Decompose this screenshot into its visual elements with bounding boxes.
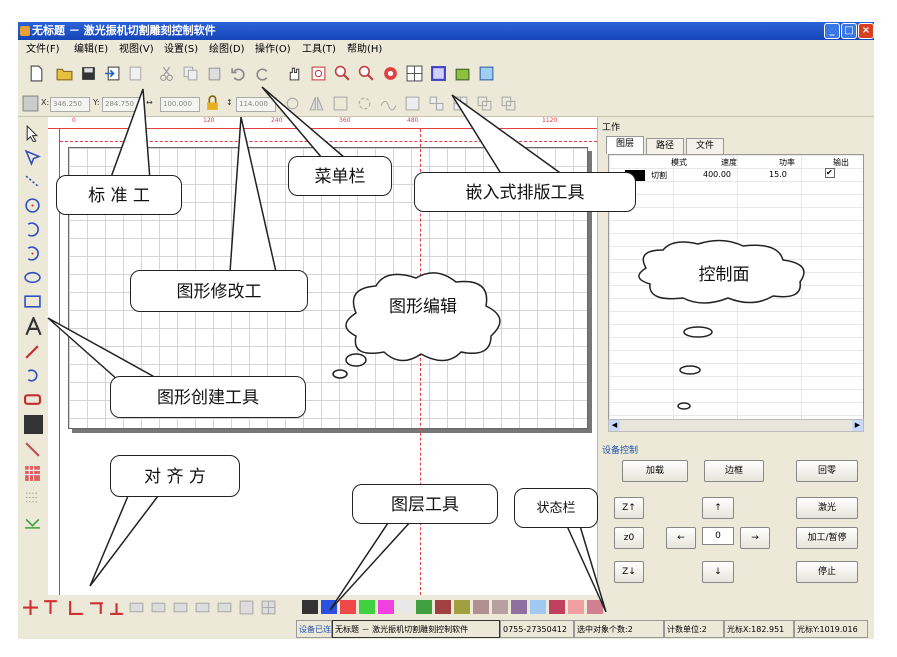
callout-nest-tools: 嵌入式排版工具	[414, 172, 636, 212]
cloud-tail-bubbles	[677, 326, 713, 410]
callout-layer-tools: 图层工具	[352, 484, 498, 524]
callout-standard-tools: 标 准 工	[56, 175, 182, 215]
callout-status-bar: 状态栏	[514, 488, 598, 528]
callout-shape-modify: 图形修改工	[130, 270, 308, 312]
cloud-shape	[332, 272, 501, 379]
callout-menu-bar: 菜单栏	[288, 156, 392, 196]
callout-align: 对 齐 方	[110, 455, 240, 497]
cloud-shape-edit: 图形编辑	[326, 268, 520, 382]
cloud-shape-edit-text: 图形编辑	[389, 297, 457, 317]
callout-shape-create: 图形创建工具	[110, 376, 306, 418]
cloud-control-panel: 控制面	[628, 238, 820, 308]
cloud-control-panel-text: 控制面	[698, 265, 750, 285]
